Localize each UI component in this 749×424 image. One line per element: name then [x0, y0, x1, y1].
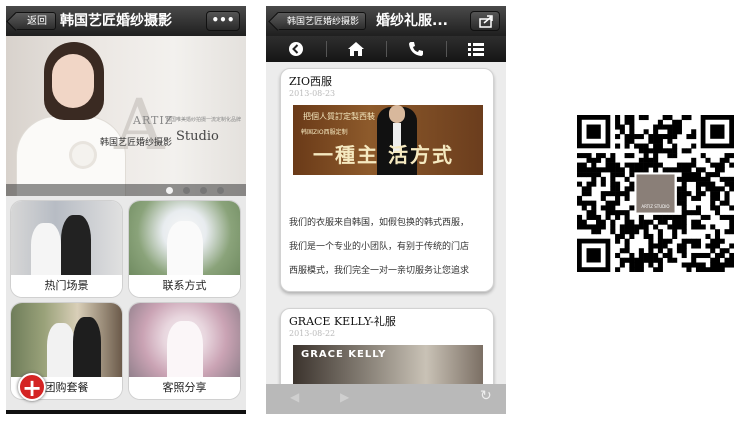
phone-article-list: 韩国艺匠婚纱摄影 婚纱礼服... ZIO西服 2013-08-23 把個人質訂定…: [266, 6, 506, 414]
brand-studio: Studio: [176, 129, 219, 144]
article-line: 我们的衣服来自韩国，如假包换的韩式西服，: [289, 218, 470, 228]
page-title: 婚纱礼服...: [376, 13, 448, 29]
article-title: GRACE KELLY-礼服: [289, 315, 396, 328]
qr-code-image: ARTIZ STUDIO: [577, 115, 735, 273]
back-circle-icon[interactable]: [266, 36, 326, 62]
model-head: [389, 105, 405, 123]
home-icon[interactable]: [326, 36, 386, 62]
bride-figure: [167, 321, 203, 379]
bride-figure: [47, 323, 75, 379]
add-icon[interactable]: +: [18, 373, 46, 401]
qr-logo-label: ARTIZ STUDIO: [641, 204, 669, 209]
bride-face: [52, 54, 94, 108]
tile-label: 客照分享: [129, 377, 240, 399]
bride-figure: [167, 221, 203, 277]
groom-figure: [61, 215, 91, 277]
slider-dot[interactable]: [183, 187, 190, 194]
tile-photo-share[interactable]: 客照分享: [128, 302, 241, 400]
tile-contact[interactable]: 联系方式: [128, 200, 241, 298]
share-button[interactable]: [470, 11, 500, 31]
back-label: 韩国艺匠婚纱摄影: [287, 17, 360, 27]
article-title: ZIO西服: [289, 75, 333, 88]
bride-figure: [31, 223, 61, 277]
tile-image: [11, 303, 122, 379]
nav-bar: 返回 韩国艺匠婚纱摄影 •••: [6, 6, 246, 36]
page-title: 韩国艺匠婚纱摄影: [60, 13, 172, 29]
refresh-button[interactable]: ↻: [480, 388, 492, 404]
article-image: 把個人質訂定製西裝 韩国ZIO西服定制 一種主 活方式: [293, 105, 483, 175]
tile-hot-scenes[interactable]: 热门场景: [10, 200, 123, 298]
toolbar: [266, 36, 506, 62]
article-card[interactable]: ZIO西服 2013-08-23 把個人質訂定製西裝 韩国ZIO西服定制 一種主…: [280, 68, 494, 292]
tile-image: [11, 201, 122, 277]
browser-back-button[interactable]: ◀: [290, 390, 299, 404]
tile-label: 热门场景: [11, 275, 122, 297]
article-line: 西服模式，我们完全一对一亲切服务让您追求: [289, 266, 470, 276]
brand-tagline: 韩国唯美婚纱拍摄一流定制化品牌: [166, 117, 242, 123]
image-headline: 一種主 活方式: [313, 143, 454, 167]
slider-dot[interactable]: [200, 187, 207, 194]
phone-icon[interactable]: [386, 36, 446, 62]
image-caption: 韩国ZIO西服定制: [301, 129, 348, 136]
next-row-edge: [6, 410, 246, 414]
back-button[interactable]: 韩国艺匠婚纱摄影: [276, 12, 367, 30]
article-date: 2013-08-23: [289, 89, 336, 98]
phone-home-screen: 返回 韩国艺匠婚纱摄影 ••• A ARTIZ 韩国唯美婚纱拍摄一流定制化品牌 …: [6, 6, 246, 414]
banner-slider[interactable]: A ARTIZ 韩国唯美婚纱拍摄一流定制化品牌 韩国艺匠婚纱摄影 Studio: [6, 36, 246, 196]
slider-dot[interactable]: [166, 187, 173, 194]
more-button[interactable]: •••: [206, 11, 240, 31]
tile-label: 联系方式: [129, 275, 240, 297]
bouquet: [72, 144, 94, 166]
groom-figure: [73, 317, 101, 379]
qr-code: ARTIZ STUDIO: [577, 115, 735, 273]
article-date: 2013-08-22: [289, 329, 336, 338]
list-icon[interactable]: [446, 36, 506, 62]
browser-bottom-bar: ◀ ▶ ↻: [266, 384, 506, 414]
tile-image: [129, 201, 240, 277]
image-caption: 把個人質訂定製西裝: [303, 112, 375, 121]
back-label: 返回: [27, 16, 47, 27]
nav-bar: 韩国艺匠婚纱摄影 婚纱礼服...: [266, 6, 506, 36]
article-line: 我们是一个专业的小团队，有别于传统的门店: [289, 242, 470, 252]
brand-cn-name: 韩国艺匠婚纱摄影: [100, 138, 173, 148]
image-caption: GRACE KELLY: [301, 349, 387, 360]
slider-indicator: [6, 184, 246, 196]
tile-image: [129, 303, 240, 379]
browser-forward-button[interactable]: ▶: [340, 390, 349, 404]
slider-dot[interactable]: [217, 187, 224, 194]
share-icon: [479, 15, 493, 28]
back-button[interactable]: 返回: [14, 12, 56, 30]
